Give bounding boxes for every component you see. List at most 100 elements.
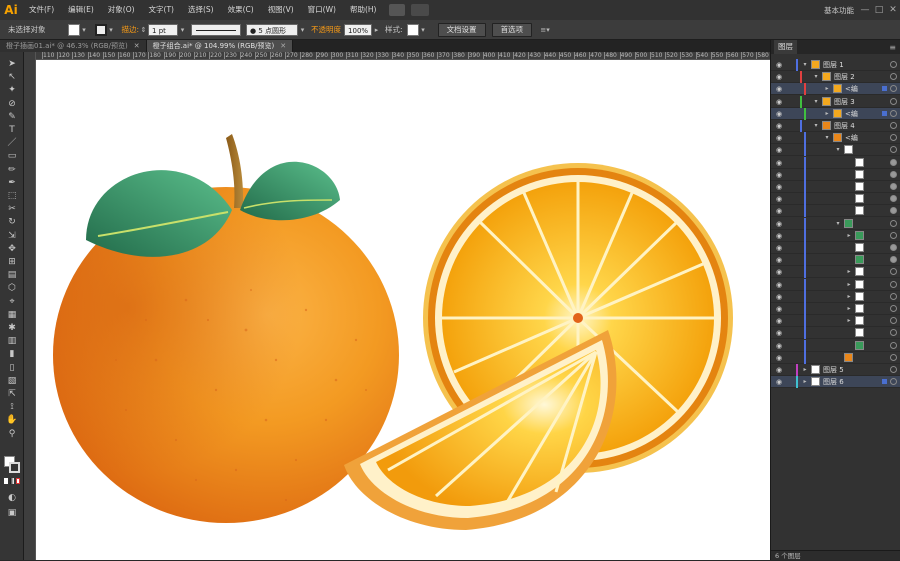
selection-indicator[interactable] <box>882 110 887 116</box>
arrange-documents-icon[interactable] <box>411 4 430 16</box>
layer-row[interactable]: ◉ ▸ <box>771 229 900 242</box>
expand-arrow-icon[interactable]: ▸ <box>845 266 853 278</box>
layer-row[interactable]: ◉ <box>771 181 900 193</box>
brush-dropdown-icon[interactable]: ▾ <box>298 24 307 36</box>
target-icon[interactable] <box>890 61 897 68</box>
lock-toggle[interactable] <box>785 377 793 387</box>
target-icon[interactable] <box>890 122 897 129</box>
tool-icon[interactable]: ⊞ <box>4 256 20 268</box>
lock-toggle[interactable] <box>785 182 793 192</box>
layer-name[interactable]: 图层 6 <box>823 376 844 388</box>
visibility-eye-icon[interactable]: ◉ <box>774 157 784 169</box>
visibility-eye-icon[interactable]: ◉ <box>774 169 784 181</box>
layer-name[interactable]: <编 <box>845 83 858 95</box>
target-icon[interactable] <box>890 353 897 361</box>
menu-item[interactable]: 文件(F) <box>22 0 61 20</box>
close-icon[interactable]: ✕ <box>886 5 900 15</box>
visibility-eye-icon[interactable]: ◉ <box>774 352 784 364</box>
expand-arrow-icon[interactable]: ▸ <box>845 230 853 242</box>
preferences-button[interactable]: 首选项 <box>491 22 533 37</box>
style-swatch[interactable] <box>406 23 419 36</box>
lock-toggle[interactable] <box>785 170 793 180</box>
expand-arrow-icon[interactable]: ▸ <box>845 279 853 291</box>
menu-item[interactable]: 窗口(W) <box>301 0 343 20</box>
target-icon[interactable] <box>890 317 897 325</box>
lock-toggle[interactable] <box>785 280 793 290</box>
layer-name[interactable]: 图层 1 <box>823 59 844 71</box>
tool-icon[interactable]: ⊘ <box>4 98 20 110</box>
tab-close-icon[interactable]: ✕ <box>280 42 286 50</box>
target-icon[interactable] <box>890 134 897 142</box>
target-icon[interactable] <box>890 219 897 227</box>
workspace-switcher[interactable]: 基本功能 <box>824 5 854 16</box>
tab-orange-combo[interactable]: 橙子组合.ai* @ 104.99% (RGB/预览) ✕ <box>146 40 294 52</box>
selection-indicator[interactable] <box>882 379 887 385</box>
visibility-eye-icon[interactable]: ◉ <box>774 132 784 144</box>
visibility-eye-icon[interactable]: ◉ <box>774 193 784 205</box>
tool-icon[interactable]: ⌖ <box>4 296 20 308</box>
target-icon[interactable] <box>890 280 897 288</box>
expand-arrow-icon[interactable]: ▸ <box>845 291 853 303</box>
visibility-eye-icon[interactable]: ◉ <box>774 340 784 352</box>
menu-item[interactable]: 编辑(E) <box>61 0 101 20</box>
expand-arrow-icon[interactable]: ▾ <box>801 59 809 71</box>
tool-icon[interactable]: ⚲ <box>4 428 20 440</box>
layer-row[interactable]: ◉ ▾ 图层 2 <box>771 71 900 84</box>
stroke-dropdown-icon[interactable]: ▾ <box>107 24 116 36</box>
expand-arrow-icon[interactable]: ▸ <box>845 303 853 315</box>
layer-name[interactable]: 图层 2 <box>834 71 855 83</box>
layer-row[interactable]: ◉ <box>771 327 900 340</box>
lock-toggle[interactable] <box>785 365 793 375</box>
tool-icon[interactable]: ▭ <box>4 150 20 162</box>
draw-mode-icon[interactable]: ◐ <box>4 492 20 504</box>
target-icon[interactable] <box>890 109 897 117</box>
target-icon[interactable] <box>890 170 897 178</box>
minimize-icon[interactable]: — <box>858 5 872 15</box>
visibility-eye-icon[interactable]: ◉ <box>774 327 784 339</box>
tool-icon[interactable]: ✱ <box>4 322 20 334</box>
tool-icon[interactable]: ✋ <box>4 414 20 426</box>
layer-row[interactable]: ◉ ▸ 图层 5 <box>771 364 900 376</box>
tool-icon[interactable]: ▮ <box>4 348 20 360</box>
lock-toggle[interactable] <box>785 158 793 168</box>
tool-icon[interactable]: ▥ <box>4 335 20 347</box>
lock-toggle[interactable] <box>785 231 793 241</box>
tool-icon[interactable]: ✂ <box>4 203 20 215</box>
menu-item[interactable]: 效果(C) <box>221 0 261 20</box>
tool-icon[interactable]: ↖ <box>4 71 20 83</box>
visibility-eye-icon[interactable]: ◉ <box>774 303 784 315</box>
layer-row[interactable]: ◉ <box>771 193 900 206</box>
fill-dropdown-icon[interactable]: ▾ <box>80 24 89 36</box>
tool-icon[interactable]: ／ <box>4 137 20 149</box>
tool-icon[interactable]: ▧ <box>4 375 20 387</box>
fill-swatch[interactable] <box>67 23 80 36</box>
bridge-icon[interactable] <box>389 4 406 16</box>
layer-row[interactable]: ◉ ▾ <box>771 217 900 230</box>
target-icon[interactable] <box>890 378 897 386</box>
target-icon[interactable] <box>890 366 897 373</box>
layer-row[interactable]: ◉ ▸ <编 <box>771 83 900 96</box>
expand-arrow-icon[interactable]: ▸ <box>801 364 809 376</box>
style-dropdown-icon[interactable]: ▾ <box>419 24 428 36</box>
lock-toggle[interactable] <box>785 292 793 302</box>
tool-icon[interactable]: ▤ <box>4 269 20 281</box>
layer-row[interactable]: ◉ <box>771 156 900 169</box>
lock-toggle[interactable] <box>785 255 793 265</box>
expand-arrow-icon[interactable]: ▾ <box>834 144 842 156</box>
layer-row[interactable]: ◉ <box>771 168 900 181</box>
lock-toggle[interactable] <box>785 133 793 143</box>
menu-item[interactable]: 文字(T) <box>142 0 181 20</box>
target-icon[interactable] <box>890 292 897 300</box>
layer-row[interactable]: ◉ ▾ 图层 1 <box>771 59 900 71</box>
document-setup-button[interactable]: 文档设置 <box>437 22 486 37</box>
selection-indicator[interactable] <box>882 86 887 92</box>
opacity-dropdown-icon[interactable]: ▸ <box>372 24 381 36</box>
none-icon[interactable] <box>15 478 20 484</box>
lock-toggle[interactable] <box>785 72 793 82</box>
visibility-eye-icon[interactable]: ◉ <box>774 181 784 193</box>
tool-icon[interactable]: ✏ <box>4 164 20 176</box>
layers-tab[interactable]: 图层 <box>774 40 797 54</box>
screen-mode-icon[interactable]: ▣ <box>4 507 20 519</box>
expand-arrow-icon[interactable]: ▸ <box>801 376 809 388</box>
tool-icon[interactable]: ⬡ <box>4 282 20 294</box>
